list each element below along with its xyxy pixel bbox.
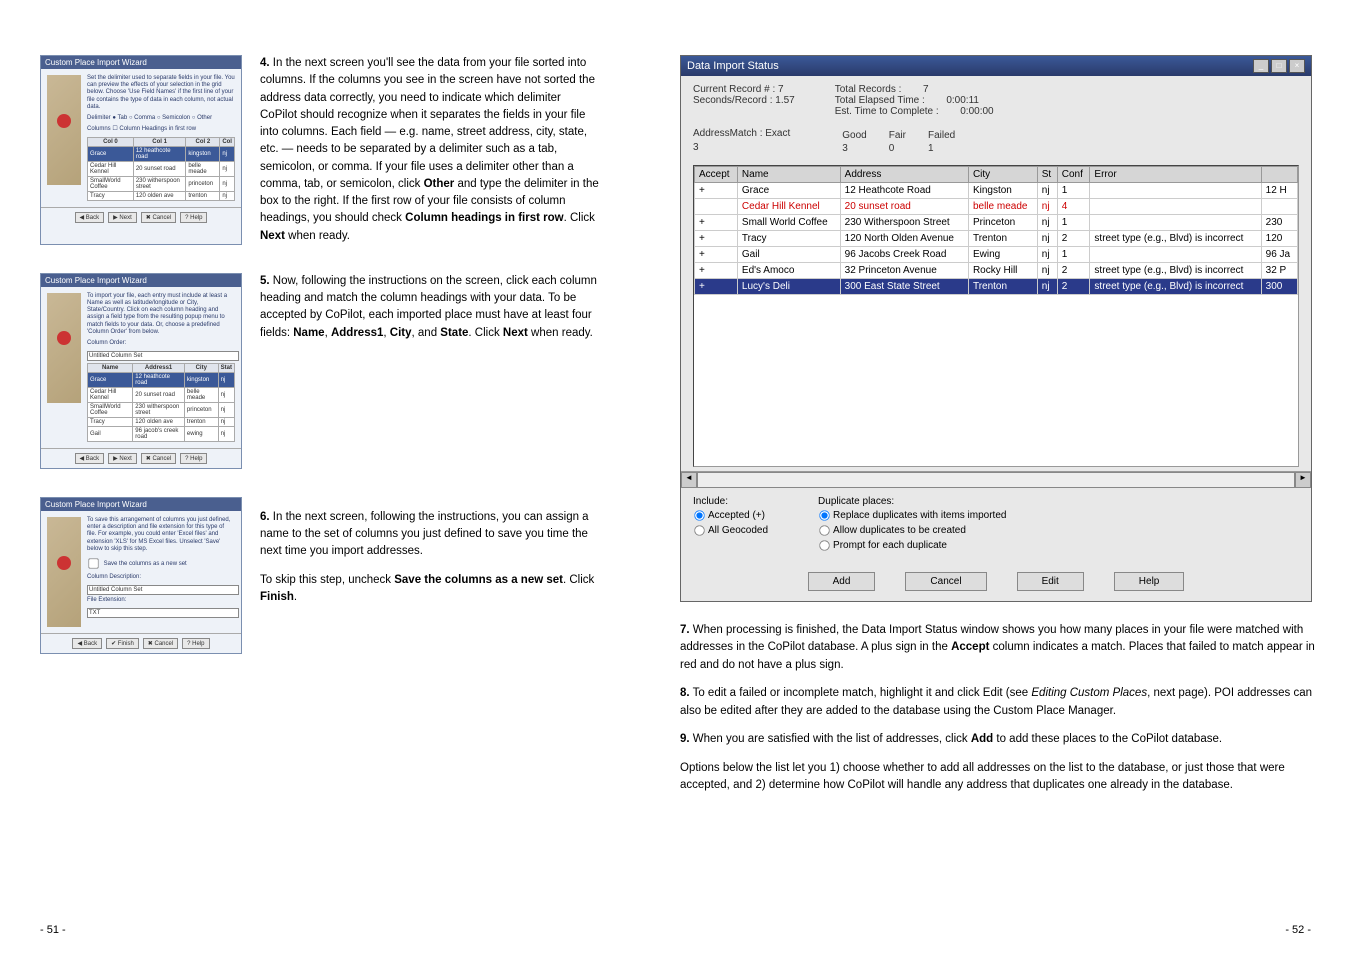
next-button[interactable]: ▶ Next [108, 212, 137, 223]
include-options: Include: Accepted (+) All Geocoded [693, 496, 768, 554]
wizard-step-5-thumb: Custom Place Import Wizard To import you… [40, 273, 242, 469]
table-row[interactable]: +Lucy's Deli300 East State StreetTrenton… [695, 279, 1298, 295]
wizard-step-4-thumb: Custom Place Import Wizard Set the delim… [40, 55, 242, 245]
address-match-grid[interactable]: AcceptNameAddress CityStConf Error +Grac… [693, 165, 1299, 467]
help-button[interactable]: ? Help [180, 212, 207, 223]
window-title: Data Import Status [687, 60, 779, 72]
help-button[interactable]: ? Help [180, 453, 207, 464]
add-button[interactable]: Add [808, 572, 876, 591]
duplicate-options: Duplicate places: Replace duplicates wit… [818, 496, 1006, 554]
step-7-text: 7. When processing is finished, the Data… [680, 622, 1320, 674]
allow-duplicates-radio[interactable] [819, 525, 829, 535]
help-button[interactable]: Help [1114, 572, 1185, 591]
help-button[interactable]: ? Help [182, 638, 209, 649]
step-6-text: 6. In the next screen, following the ins… [260, 497, 600, 654]
table-row[interactable]: Cedar Hill Kennel20 sunset roadbelle mea… [695, 199, 1298, 215]
close-icon[interactable]: × [1289, 59, 1305, 73]
column-order-select[interactable]: Untitled Column Set [87, 351, 239, 361]
table-row[interactable]: +Grace12 Heathcote RoadKingstonnj112 H [695, 183, 1298, 199]
cancel-button[interactable]: Cancel [905, 572, 986, 591]
back-button[interactable]: ◀ Back [72, 638, 102, 649]
data-import-status-window: Data Import Status _ □ × Current Record … [680, 55, 1312, 602]
prompt-duplicates-radio[interactable] [819, 540, 829, 550]
save-columns-checkbox[interactable] [88, 558, 98, 568]
cancel-button[interactable]: ✖ Cancel [141, 212, 176, 223]
finish-button[interactable]: ✔ Finish [106, 638, 139, 649]
minimize-icon[interactable]: _ [1253, 59, 1269, 73]
wizard-sidebar-image [47, 75, 81, 185]
edit-button[interactable]: Edit [1017, 572, 1084, 591]
next-button[interactable]: ▶ Next [108, 453, 137, 464]
wizard-title: Custom Place Import Wizard [41, 56, 241, 69]
replace-duplicates-radio[interactable] [819, 510, 829, 520]
table-row[interactable]: +Small World Coffee230 Witherspoon Stree… [695, 215, 1298, 231]
scroll-left-icon[interactable]: ◄ [681, 472, 697, 488]
cancel-button[interactable]: ✖ Cancel [141, 453, 176, 464]
scroll-right-icon[interactable]: ► [1295, 472, 1311, 488]
cancel-button[interactable]: ✖ Cancel [143, 638, 178, 649]
back-button[interactable]: ◀ Back [75, 212, 105, 223]
table-row[interactable]: +Tracy120 North Olden AvenueTrentonnj2st… [695, 231, 1298, 247]
wizard-preview-table: Col 0Col 1Col 2Col Grace12 heathcote roa… [87, 137, 235, 201]
step-5-text: 5. Now, following the instructions on th… [260, 273, 600, 469]
options-text: Options below the list let you 1) choose… [680, 760, 1320, 795]
column-description-input[interactable]: Untitled Column Set [87, 585, 239, 595]
wizard-step-6-thumb: Custom Place Import Wizard To save this … [40, 497, 242, 654]
page-number-right: - 52 - [1285, 924, 1311, 936]
back-button[interactable]: ◀ Back [75, 453, 105, 464]
include-accepted-radio[interactable] [694, 510, 704, 520]
step-8-text: 8. To edit a failed or incomplete match,… [680, 685, 1320, 720]
table-row[interactable]: +Gail96 Jacobs Creek RoadEwingnj196 Ja [695, 247, 1298, 263]
include-all-radio[interactable] [694, 525, 704, 535]
step-9-text: 9. When you are satisfied with the list … [680, 731, 1320, 748]
step-4-text: 4. In the next screen you'll see the dat… [260, 55, 600, 245]
page-number-left: - 51 - [40, 924, 66, 936]
file-extension-input[interactable]: TXT [87, 608, 239, 618]
table-row[interactable]: +Ed's Amoco32 Princeton AvenueRocky Hill… [695, 263, 1298, 279]
maximize-icon[interactable]: □ [1271, 59, 1287, 73]
